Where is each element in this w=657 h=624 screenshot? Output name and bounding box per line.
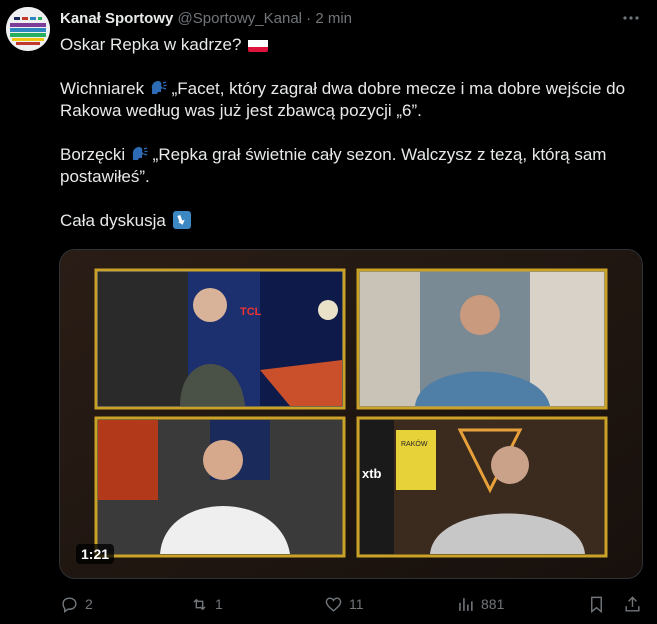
- arrow-down-right-icon: [172, 211, 191, 229]
- reply-count: 2: [85, 596, 93, 612]
- timestamp[interactable]: 2 min: [315, 10, 352, 27]
- more-icon: [623, 16, 639, 20]
- bookmark-button[interactable]: [587, 592, 612, 616]
- video-thumbnail: TCL xtb RAKÓW: [60, 250, 642, 578]
- repost-count: 1: [215, 596, 223, 612]
- like-button[interactable]: 11: [324, 592, 364, 616]
- separator-dot: ·: [306, 10, 312, 27]
- author-name[interactable]: Kanał Sportowy: [60, 10, 173, 27]
- reply-icon: [62, 596, 77, 613]
- tweet-paragraph-4-text: Cała dyskusja: [60, 211, 166, 230]
- tweet-line-1-text: Oskar Repka w kadrze?: [60, 35, 242, 54]
- speaker-name: Borzęcki: [60, 145, 126, 164]
- video-player[interactable]: TCL xtb RAKÓW 1:21: [59, 249, 643, 579]
- poland-flag-icon: [248, 38, 269, 52]
- avatar[interactable]: [6, 7, 50, 51]
- views-button[interactable]: 881: [456, 592, 504, 616]
- speaking-head-icon: [130, 145, 148, 163]
- rakow-logo-text: RAKÓW: [401, 439, 428, 448]
- tweet-paragraph-3: Borzęcki „Repka grał świetnie cały sezon…: [60, 144, 645, 188]
- share-icon: [625, 595, 640, 612]
- tweet-line-1: Oskar Repka w kadrze?: [60, 34, 645, 56]
- kanal-sportowy-logo-icon: [6, 7, 50, 51]
- tweet: Kanał Sportowy @Sportowy_Kanal · 2 min O…: [0, 0, 657, 624]
- reply-button[interactable]: 2: [60, 592, 93, 616]
- speaker-name: Wichniarek: [60, 79, 145, 98]
- tweet-paragraph-4: Cała dyskusja: [60, 210, 645, 232]
- more-options-button[interactable]: [619, 6, 643, 30]
- video-duration: 1:21: [76, 544, 115, 564]
- author-handle[interactable]: @Sportowy_Kanal: [178, 10, 302, 27]
- bookmark-icon: [591, 596, 602, 613]
- tweet-paragraph-2: Wichniarek „Facet, który zagrał dwa dobr…: [60, 78, 645, 122]
- views-count: 881: [481, 596, 505, 612]
- share-button[interactable]: [623, 592, 648, 616]
- xtb-logo-text: xtb: [362, 466, 382, 481]
- speaking-head-icon: [149, 79, 167, 97]
- action-bar: 2 1 11 881: [60, 592, 645, 616]
- heart-icon: [325, 596, 342, 612]
- like-count: 11: [349, 596, 364, 612]
- repost-button[interactable]: 1: [190, 592, 223, 616]
- tweet-header: Kanał Sportowy @Sportowy_Kanal · 2 min: [60, 10, 352, 28]
- tcl-logo-text: TCL: [240, 306, 262, 318]
- tweet-text: Oskar Repka w kadrze? Wichniarek „Facet,…: [60, 34, 645, 232]
- views-chart-icon: [459, 597, 473, 611]
- tweet-paragraph-2-text: „Facet, który zagrał dwa dobre mecze i m…: [60, 79, 626, 120]
- repost-icon: [193, 598, 206, 610]
